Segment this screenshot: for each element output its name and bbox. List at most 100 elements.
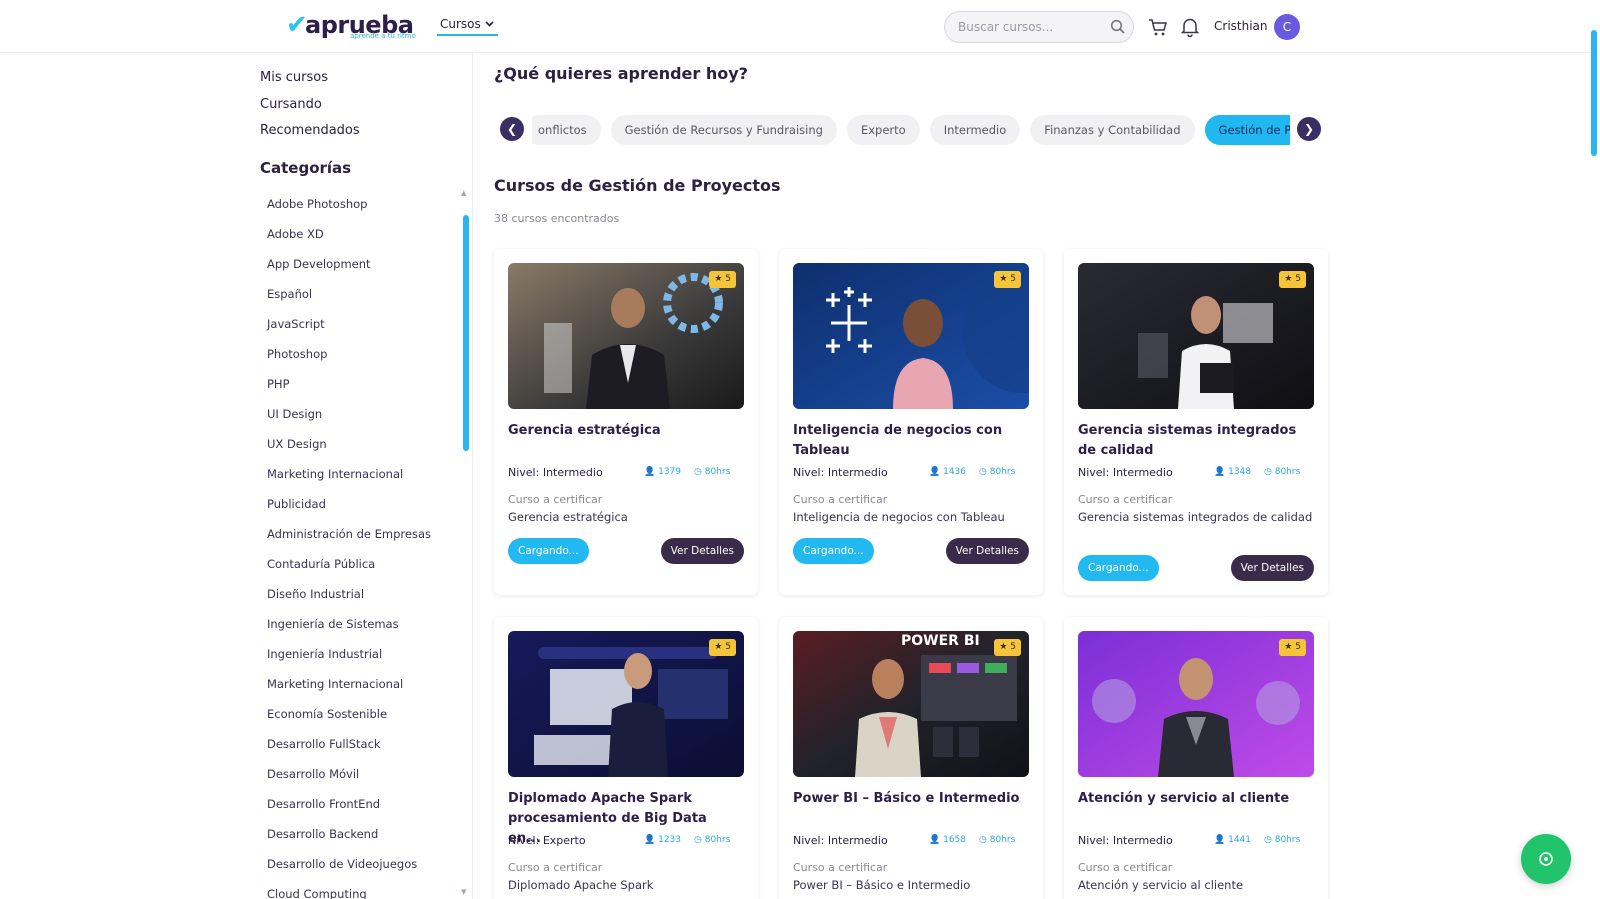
category-item[interactable]: Contaduría Pública <box>267 549 431 579</box>
course-hours: ◷ 80hrs <box>979 835 1015 845</box>
course-level: Nivel: Intermedio <box>793 466 888 479</box>
loading-button[interactable]: Cargando... <box>793 538 874 564</box>
user-icon: 👤 <box>1214 467 1226 477</box>
rating-value: 5 <box>1010 642 1016 652</box>
category-item[interactable]: Desarrollo de Videojuegos <box>267 849 431 879</box>
hours-value: 80hrs <box>704 467 731 477</box>
course-card[interactable]: ★ 5 Gerencia sistemas integrados de cali… <box>1064 249 1328 595</box>
course-card[interactable]: ★ 5 Gerencia estratégica Nivel: Intermed… <box>494 249 758 595</box>
whatsapp-chat-button[interactable] <box>1521 834 1571 884</box>
category-item[interactable]: Economía Sostenible <box>267 699 431 729</box>
category-item[interactable]: Desarrollo FrontEnd <box>267 789 431 819</box>
chip-finanzas[interactable]: Finanzas y Contabilidad <box>1030 115 1195 145</box>
nav-cursos-dropdown[interactable]: Cursos <box>437 16 498 36</box>
loading-button[interactable]: Cargando... <box>508 538 589 564</box>
clock-icon: ◷ <box>979 467 987 477</box>
category-item[interactable]: Marketing Internacional <box>267 459 431 489</box>
course-thumbnail[interactable]: ★ 5 <box>508 631 744 777</box>
category-item[interactable]: Desarrollo FullStack <box>267 729 431 759</box>
hours-value: 80hrs <box>1274 467 1301 477</box>
cert-label: Curso a certificar <box>1078 493 1173 506</box>
search-input[interactable] <box>958 18 1108 36</box>
students-count: 👤 1441 <box>1214 835 1251 845</box>
course-thumbnail[interactable]: ★ 5 <box>1078 631 1314 777</box>
course-card[interactable]: ★ 5 Atención y servicio al cliente Nivel… <box>1064 617 1328 899</box>
details-button[interactable]: Ver Detalles <box>945 538 1029 564</box>
scroll-down-arrow-icon[interactable]: ▼ <box>461 888 466 896</box>
course-card[interactable]: POWER BI ★ 5 Power BI – Básico e Interme… <box>779 617 1043 899</box>
star-icon: ★ <box>999 642 1008 652</box>
category-item[interactable]: Desarrollo Móvil <box>267 759 431 789</box>
sidebar-link-mis-cursos[interactable]: Mis cursos <box>260 70 328 85</box>
course-hours: ◷ 80hrs <box>1264 467 1300 477</box>
category-item[interactable]: UI Design <box>267 399 431 429</box>
category-item[interactable]: UX Design <box>267 429 431 459</box>
category-item[interactable]: Ingeniería de Sistemas <box>267 609 431 639</box>
chip-intermedio[interactable]: Intermedio <box>929 115 1021 145</box>
course-card[interactable]: ★ 5 Diplomado Apache Spark procesamiento… <box>494 617 758 899</box>
hours-value: 80hrs <box>989 835 1016 845</box>
course-thumbnail[interactable]: ★ 5 <box>1078 263 1314 409</box>
category-item[interactable]: Photoshop <box>267 339 431 369</box>
course-thumbnail[interactable]: POWER BI ★ 5 <box>793 631 1029 777</box>
chip-gestion-proyectos[interactable]: Gestión de Proyectos <box>1204 115 1290 145</box>
cert-name: Diplomado Apache Spark <box>508 878 654 892</box>
course-level: Nivel: Intermedio <box>1078 834 1173 847</box>
category-scrollbar[interactable] <box>463 215 469 451</box>
category-item[interactable]: Adobe Photoshop <box>267 189 431 219</box>
course-hours: ◷ 80hrs <box>694 467 730 477</box>
course-title[interactable]: Inteligencia de negocios con Tableau <box>793 421 1029 461</box>
category-item[interactable]: Desarrollo Backend <box>267 819 431 849</box>
course-level: Nivel: Intermedio <box>508 466 603 479</box>
course-meta: Nivel: Intermedio 👤 1441 ◷ 80hrs <box>1078 834 1314 850</box>
category-item[interactable]: Marketing Internacional <box>267 669 431 699</box>
chip-viewport: onflictos Gestión de Recursos y Fundrais… <box>532 113 1290 147</box>
course-thumbnail[interactable]: ★ 5 <box>793 263 1029 409</box>
details-button[interactable]: Ver Detalles <box>1230 555 1314 581</box>
category-item[interactable]: Cloud Computing <box>267 879 431 899</box>
course-title[interactable]: Gerencia sistemas integrados de calidad <box>1078 421 1314 461</box>
category-item[interactable]: Publicidad <box>267 489 431 519</box>
rating-badge: ★ 5 <box>709 639 736 656</box>
sidebar-link-cursando[interactable]: Cursando <box>260 97 322 112</box>
scroll-up-arrow-icon[interactable]: ▲ <box>461 189 466 197</box>
category-item[interactable]: App Development <box>267 249 431 279</box>
page-scrollbar[interactable] <box>1591 30 1597 156</box>
details-button[interactable]: Ver Detalles <box>660 538 744 564</box>
clock-icon: ◷ <box>694 835 702 845</box>
cart-icon[interactable] <box>1148 17 1168 37</box>
students-value: 1436 <box>943 467 966 477</box>
course-title[interactable]: Power BI – Básico e Intermedio <box>793 789 1029 809</box>
rating-badge: ★ 5 <box>709 271 736 288</box>
students-count: 👤 1348 <box>1214 467 1251 477</box>
loading-button[interactable]: Cargando... <box>1078 555 1159 581</box>
chevron-right-icon[interactable]: ❯ <box>1297 117 1321 141</box>
category-item[interactable]: JavaScript <box>267 309 431 339</box>
course-level: Nivel: Intermedio <box>1078 466 1173 479</box>
students-value: 1348 <box>1228 467 1251 477</box>
category-item[interactable]: Administración de Empresas <box>267 519 431 549</box>
chip-experto[interactable]: Experto <box>846 115 920 145</box>
course-title[interactable]: Atención y servicio al cliente <box>1078 789 1314 809</box>
course-title[interactable]: Gerencia estratégica <box>508 421 744 441</box>
bell-icon[interactable] <box>1181 17 1199 37</box>
search-icon[interactable] <box>1110 19 1126 35</box>
chevron-left-icon[interactable]: ❮ <box>500 117 524 141</box>
chip-gestion-recursos[interactable]: Gestión de Recursos y Fundraising <box>610 115 837 145</box>
avatar[interactable]: C <box>1274 14 1300 40</box>
category-item[interactable]: Adobe XD <box>267 219 431 249</box>
course-meta: Nivel: Intermedio 👤 1379 ◷ 80hrs <box>508 466 744 482</box>
course-card[interactable]: ★ 5 Inteligencia de negocios con Tableau… <box>779 249 1043 595</box>
course-thumbnail[interactable]: ★ 5 <box>508 263 744 409</box>
clock-icon: ◷ <box>979 835 987 845</box>
sidebar-link-recomendados[interactable]: Recomendados <box>260 123 360 138</box>
chip-conflictos[interactable]: onflictos <box>532 115 601 145</box>
category-item[interactable]: Ingeniería Industrial <box>267 639 431 669</box>
cert-name: Gerencia sistemas integrados de calidad <box>1078 510 1313 524</box>
category-item[interactable]: Español <box>267 279 431 309</box>
course-hours: ◷ 80hrs <box>979 467 1015 477</box>
students-value: 1379 <box>658 467 681 477</box>
category-item[interactable]: Diseño Industrial <box>267 579 431 609</box>
user-name[interactable]: Cristhian <box>1214 19 1268 33</box>
category-item[interactable]: PHP <box>267 369 431 399</box>
